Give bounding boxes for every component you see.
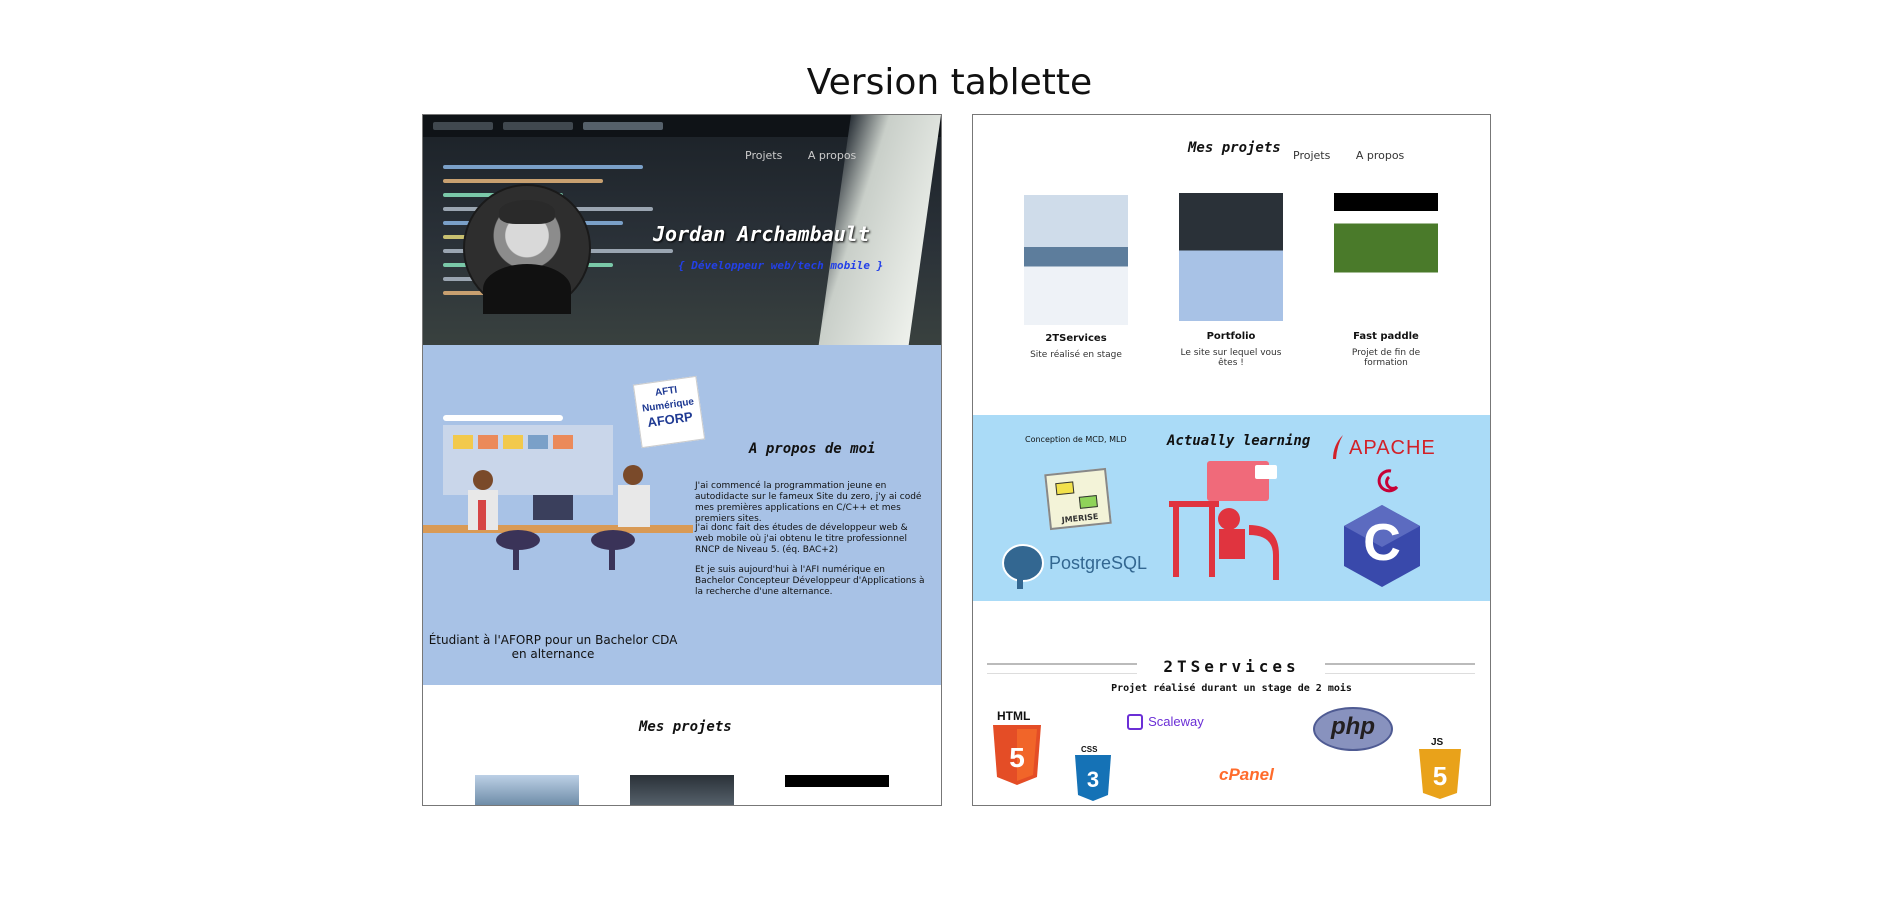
avatar <box>463 184 591 314</box>
tablet-preview-left: Projets A propos Jordan Archambault { Dé… <box>422 114 942 806</box>
debian-swirl-icon <box>1377 469 1399 493</box>
project-thumbnail <box>785 775 889 805</box>
css3-logo: CSS 3 <box>1073 745 1113 803</box>
svg-text:5: 5 <box>1009 742 1025 773</box>
nav-about-link[interactable]: A propos <box>1356 149 1404 162</box>
projects-section-preview: Mes projets <box>423 685 941 805</box>
projects-title: Mes projets <box>1188 140 1281 156</box>
elephant-icon <box>1002 544 1044 589</box>
projects-title: Mes projets <box>639 719 732 735</box>
nav-about-link[interactable]: A propos <box>808 149 856 162</box>
php-logo: php <box>1313 707 1393 751</box>
nav-projects-link[interactable]: Projets <box>745 149 782 162</box>
apache-logo: APACHE <box>1349 437 1436 459</box>
project-detail-title: 2TServices <box>1163 657 1300 676</box>
project-title: Portfolio <box>1206 331 1256 342</box>
svg-text:5: 5 <box>1433 761 1447 791</box>
project-title: 2TServices <box>1045 333 1107 344</box>
merise-logo: JMERISE <box>1044 467 1112 531</box>
project-thumbnail <box>1024 195 1128 325</box>
project-thumbnail <box>1179 193 1283 321</box>
hero-role: { Développeur web/tech mobile } <box>678 259 884 272</box>
about-paragraph: J'ai commencé la programmation jeune en … <box>695 481 922 524</box>
svg-text:3: 3 <box>1087 767 1099 792</box>
project-thumbnail <box>630 775 734 805</box>
nav-projects-link[interactable]: Projets <box>1293 149 1330 162</box>
project-card[interactable] <box>630 775 734 805</box>
project-description: Projet de fin de formation <box>1351 348 1421 368</box>
learning-illustration <box>1169 461 1279 580</box>
hero-name: Jordan Archambault <box>653 222 870 246</box>
c-letter: C <box>1363 514 1401 572</box>
merise-label: JMERISE <box>1061 511 1099 525</box>
js-label: JS <box>1431 737 1444 748</box>
project-card[interactable]: Fast paddle Projet de fin de formation <box>1334 193 1438 368</box>
css3-label: CSS <box>1081 745 1098 754</box>
project-card[interactable] <box>785 775 889 805</box>
top-nav: Projets A propos <box>1293 149 1426 162</box>
cpanel-logo: cPanel <box>1219 765 1274 784</box>
about-section: AFTI Numérique AFORP A propos de moi J'a… <box>423 345 941 685</box>
project-description: Site réalisé en stage <box>1030 350 1122 360</box>
about-paragraph: J'ai donc fait des études de développeur… <box>695 523 908 555</box>
page-title: Version tablette <box>806 62 1093 103</box>
learning-title: Actually learning <box>1167 433 1311 449</box>
project-thumbnail <box>475 775 579 805</box>
html5-logo: HTML 5 <box>991 709 1043 791</box>
project-card[interactable]: Portfolio Le site sur lequel vous êtes ! <box>1179 193 1283 368</box>
project-detail-subtitle: Projet réalisé durant un stage de 2 mois <box>1111 683 1352 694</box>
skills-section: Conception de MCD, MLD JMERISE PostgreSQ… <box>973 415 1490 601</box>
aforp-badge: AFTI Numérique AFORP <box>632 375 706 449</box>
c-language-logo: C <box>1341 503 1423 589</box>
postgresql-text: PostgreSQL <box>1049 553 1148 573</box>
merise-caption: Conception de MCD, MLD <box>1025 435 1127 444</box>
top-nav: Projets A propos <box>745 149 878 162</box>
scaleway-logo: Scaleway <box>1127 711 1204 731</box>
about-title: A propos de moi <box>749 441 876 457</box>
scaleway-label: Scaleway <box>1148 714 1204 729</box>
tablet-preview-right: Mes projets Projets A propos 2TServices … <box>972 114 1491 806</box>
about-paragraph: Et je suis aujourd'hui à l'AFI numérique… <box>695 565 925 597</box>
project-card[interactable] <box>475 775 579 805</box>
project-title: Fast paddle <box>1353 331 1419 342</box>
js-logo: JS 5 <box>1417 737 1463 799</box>
postgresql-logo: PostgreSQL <box>997 539 1167 591</box>
feather-icon <box>1333 435 1343 459</box>
hero-banner: Projets A propos Jordan Archambault { Dé… <box>423 115 941 345</box>
project-thumbnail <box>1334 193 1438 321</box>
project-card[interactable]: 2TServices Site réalisé en stage <box>1024 195 1128 360</box>
html5-label: HTML <box>997 709 1031 723</box>
projects-section: Mes projets Projets A propos 2TServices … <box>973 115 1490 415</box>
about-caption: Étudiant à l'AFORP pour un Bachelor CDA … <box>428 633 678 661</box>
project-description: Le site sur lequel vous êtes ! <box>1180 348 1282 368</box>
php-label: php <box>1331 713 1375 740</box>
